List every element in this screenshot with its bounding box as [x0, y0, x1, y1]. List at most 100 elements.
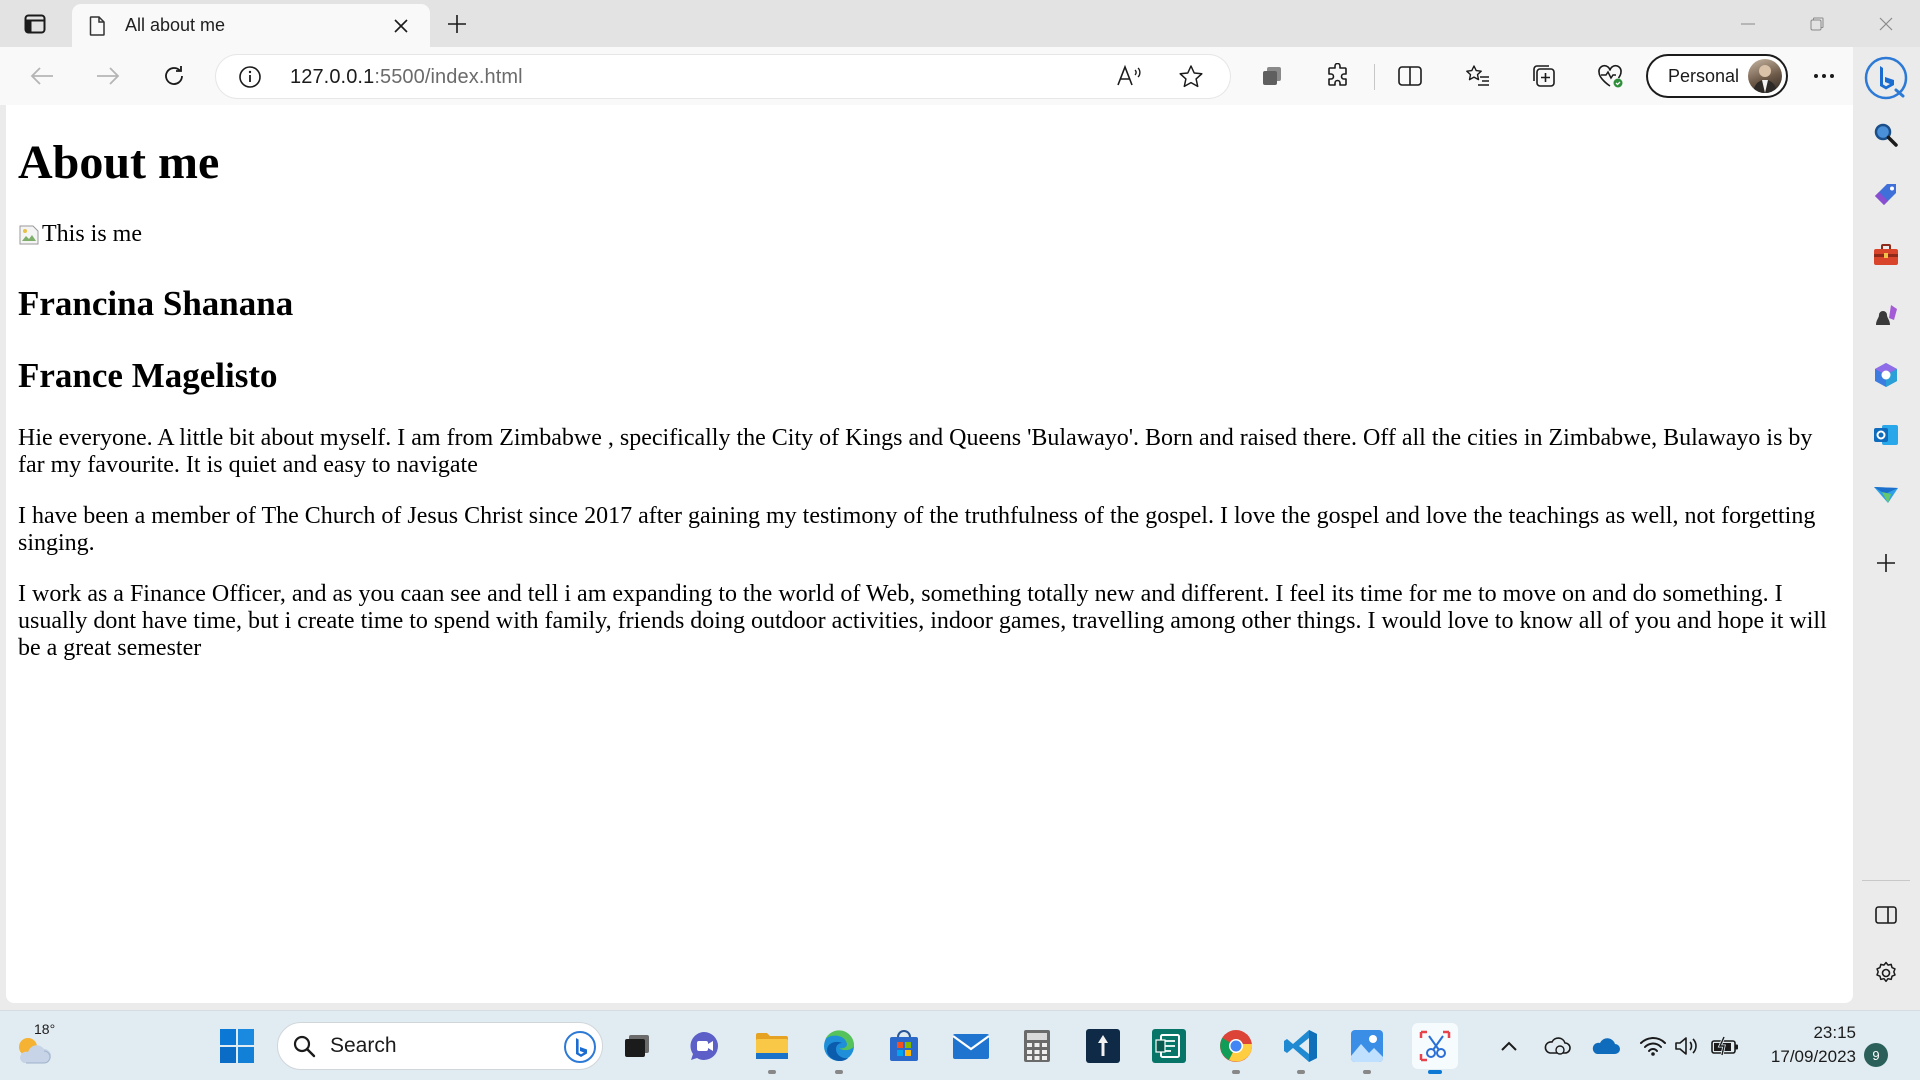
active-indicator — [1428, 1070, 1442, 1074]
close-tab-button[interactable] — [386, 11, 416, 41]
sidebar-tools-button[interactable] — [1868, 237, 1904, 273]
sidebar-search-button[interactable] — [1868, 117, 1904, 153]
search-placeholder: Search — [330, 1034, 397, 1057]
sidebar-divider — [1862, 880, 1910, 881]
weather-temperature: 18° — [34, 1021, 56, 1037]
restore-button[interactable] — [1782, 0, 1851, 47]
url-host: 127.0.0.1 — [290, 66, 375, 88]
star-icon — [1179, 65, 1203, 88]
bing-chat-icon — [1864, 56, 1908, 100]
settings-and-more-button[interactable] — [1806, 58, 1842, 94]
task-view-button[interactable] — [616, 1025, 658, 1067]
clock-date: 17/09/2023 — [1770, 1047, 1856, 1066]
sidebar-outlook-button[interactable] — [1868, 417, 1904, 453]
collections-button[interactable] — [1526, 58, 1562, 94]
favorites-list-icon — [1466, 65, 1489, 86]
bing-copilot-button[interactable] — [1863, 55, 1909, 101]
sidebar-shopping-button[interactable] — [1868, 177, 1904, 213]
favorites-button[interactable] — [1460, 58, 1496, 94]
battery-tray[interactable] — [1710, 1031, 1740, 1061]
taskbar-clock[interactable]: 23:15 17/09/2023 — [1740, 1021, 1856, 1069]
more-horizontal-icon — [1814, 74, 1834, 78]
refresh-button[interactable] — [156, 58, 192, 94]
browser-essentials-button[interactable] — [1592, 58, 1628, 94]
close-icon — [1879, 17, 1892, 30]
running-indicator — [768, 1070, 776, 1074]
collections-icon — [1533, 65, 1555, 87]
name-heading-1: Francina Shanana — [18, 284, 294, 323]
paragraph-about-work: I work as a Finance Officer, and as you … — [18, 581, 1827, 661]
minimize-button[interactable] — [1713, 0, 1782, 47]
wifi-icon — [1640, 1037, 1666, 1056]
microsoft-365-icon — [1875, 363, 1897, 387]
read-aloud-button[interactable] — [1116, 64, 1144, 90]
forward-button[interactable] — [90, 58, 126, 94]
split-screen-button[interactable] — [1392, 58, 1428, 94]
edge-app[interactable] — [818, 1025, 860, 1074]
info-icon[interactable] — [238, 65, 262, 89]
running-indicator — [835, 1070, 843, 1074]
arrow-left-icon — [30, 67, 53, 85]
onedrive-tray[interactable] — [1590, 1031, 1620, 1061]
tab-actions-icon — [24, 14, 46, 34]
taskbar-search[interactable]: Search — [277, 1022, 603, 1070]
minimize-icon — [1740, 23, 1755, 24]
running-indicator — [1232, 1070, 1240, 1074]
back-button[interactable] — [24, 58, 60, 94]
new-tab-button[interactable] — [440, 8, 474, 40]
photos-app[interactable] — [1346, 1025, 1388, 1074]
split-panel-icon — [1875, 906, 1897, 924]
sidebar-microsoft365-button[interactable] — [1868, 357, 1904, 393]
photos-icon — [1351, 1030, 1383, 1062]
mail-icon — [952, 1034, 990, 1059]
edge-sidebar — [1853, 47, 1920, 1013]
chevron-up-icon — [1501, 1041, 1517, 1051]
chrome-icon — [1220, 1030, 1253, 1062]
extension-stack-icon — [1263, 67, 1281, 85]
notification-badge[interactable]: 9 — [1864, 1043, 1888, 1067]
clock-time: 23:15 — [1813, 1023, 1856, 1042]
shopping-tag-icon — [1875, 184, 1896, 205]
url-text[interactable]: 127.0.0.1:5500/index.html — [290, 66, 523, 89]
volume-tray[interactable] — [1672, 1031, 1702, 1061]
sidebar-settings-button[interactable] — [1868, 955, 1904, 991]
favorite-star-button[interactable] — [1178, 64, 1206, 90]
tab-actions-menu-button[interactable] — [18, 10, 52, 38]
running-indicator — [1297, 1070, 1305, 1074]
puzzle-icon — [1328, 63, 1347, 86]
chrome-app[interactable] — [1215, 1025, 1257, 1074]
extension-button-1[interactable] — [1254, 58, 1290, 94]
mail-app[interactable] — [950, 1025, 992, 1067]
sidebar-add-button[interactable] — [1868, 545, 1904, 581]
read-aloud-icon — [1117, 64, 1141, 86]
show-hidden-icons-button[interactable] — [1494, 1031, 1524, 1061]
file-explorer-app[interactable] — [751, 1025, 793, 1074]
microsoft-store-app[interactable] — [883, 1025, 925, 1067]
onedrive-cloud-icon — [1592, 1038, 1620, 1054]
vscode-icon — [1284, 1030, 1317, 1062]
calculator-app[interactable] — [1016, 1025, 1058, 1067]
search-icon — [293, 1035, 316, 1058]
browser-toolbar: 127.0.0.1:5500/index.html Personal — [0, 47, 1920, 105]
upload-arrow-app-icon — [1086, 1029, 1120, 1063]
broken-image-icon — [18, 224, 40, 246]
teams-chat-app[interactable] — [683, 1025, 725, 1067]
page-file-icon — [89, 15, 107, 37]
browser-tab-active[interactable]: All about me — [72, 4, 430, 47]
hide-sidebar-button[interactable] — [1868, 897, 1904, 933]
cloud-sync-tray[interactable] — [1542, 1031, 1572, 1061]
sidebar-games-button[interactable] — [1868, 297, 1904, 333]
wifi-tray[interactable] — [1638, 1031, 1668, 1061]
extensions-button[interactable] — [1320, 58, 1356, 94]
profile-button[interactable]: Personal — [1646, 54, 1788, 98]
address-bar[interactable]: 127.0.0.1:5500/index.html — [216, 55, 1230, 98]
close-icon — [394, 18, 408, 33]
vscode-app[interactable] — [1280, 1025, 1322, 1074]
sidebar-drop-button[interactable] — [1868, 477, 1904, 513]
pinned-app-dark[interactable] — [1082, 1025, 1124, 1067]
close-window-button[interactable] — [1851, 0, 1920, 47]
snipping-tool-app[interactable] — [1412, 1023, 1458, 1074]
settings-icon — [1876, 961, 1896, 983]
publisher-app[interactable] — [1148, 1025, 1190, 1067]
start-button[interactable] — [216, 1025, 258, 1067]
